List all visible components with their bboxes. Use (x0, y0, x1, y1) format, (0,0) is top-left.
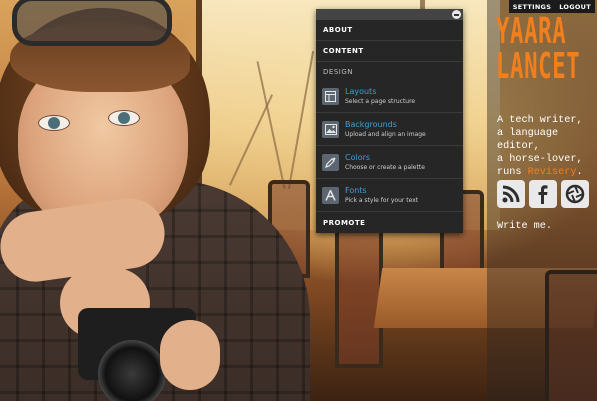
goggles (12, 0, 172, 46)
tagline-line: a horse-lover, (497, 154, 583, 165)
admin-menu: ABOUT CONTENT DESIGN Layouts Select a pa… (316, 9, 463, 233)
menu-item-text: Layouts Select a page structure (345, 87, 415, 106)
menu-item-layouts[interactable]: Layouts Select a page structure (316, 80, 463, 113)
woman-eye (38, 115, 70, 131)
rss-icon (502, 185, 520, 203)
menu-about[interactable]: ABOUT (316, 20, 463, 41)
facebook-button[interactable] (529, 180, 557, 208)
menu-item-subtitle: Upload and align an image (345, 130, 426, 138)
revisery-link[interactable]: Revisery (528, 167, 577, 178)
social-links (497, 180, 589, 208)
menu-item-backgrounds[interactable]: Backgrounds Upload and align an image (316, 113, 463, 146)
camera-shutter-icon (565, 184, 585, 204)
menu-item-subtitle: Select a page structure (345, 97, 416, 105)
menu-item-title: Colors (345, 152, 371, 162)
menu-content[interactable]: CONTENT (316, 41, 463, 62)
layout-icon (322, 87, 339, 105)
write-me-link[interactable]: Write me. (497, 221, 552, 232)
woman-eye (108, 110, 140, 126)
tagline-runs-prefix: runs (497, 167, 528, 178)
menu-item-text: Colors Choose or create a palette (345, 153, 425, 172)
site-title-line2: LANCET (496, 46, 581, 87)
menu-design-heading: DESIGN (323, 68, 353, 76)
menu-item-subtitle: Choose or create a palette (345, 163, 425, 171)
tagline-line: runs Revisery. (497, 166, 597, 179)
menu-item-fonts[interactable]: Fonts Pick a style for your text (316, 179, 463, 212)
menu-item-title: Layouts (345, 86, 377, 96)
photo-button[interactable] (561, 180, 589, 208)
woman-hand (160, 320, 220, 390)
menu-close-icon[interactable] (452, 10, 461, 19)
menu-item-colors[interactable]: Colors Choose or create a palette (316, 146, 463, 179)
tagline-line: a language editor, (497, 128, 559, 152)
menu-item-title: Fonts (345, 185, 367, 195)
rss-button[interactable] (497, 180, 525, 208)
facebook-icon (538, 185, 548, 204)
tagline: A tech writer, a language editor, a hors… (497, 114, 597, 179)
menu-item-text: Fonts Pick a style for your text (345, 186, 418, 205)
menu-item-subtitle: Pick a style for your text (345, 196, 419, 204)
tagline-period: . (576, 167, 583, 178)
menu-item-title: Backgrounds (345, 119, 397, 129)
tagline-line: A tech writer, (497, 115, 583, 126)
menu-item-text: Backgrounds Upload and align an image (345, 120, 426, 139)
site-title-line1: YAARA (496, 11, 567, 52)
eyedropper-icon (322, 153, 339, 171)
site-title: YAARA LANCET (496, 11, 581, 87)
menu-promote[interactable]: PROMOTE (316, 212, 463, 232)
background-chair (335, 210, 383, 368)
menu-header-bar (316, 9, 463, 20)
image-icon (322, 120, 339, 138)
font-icon (322, 186, 339, 204)
camera-lens (98, 340, 166, 401)
